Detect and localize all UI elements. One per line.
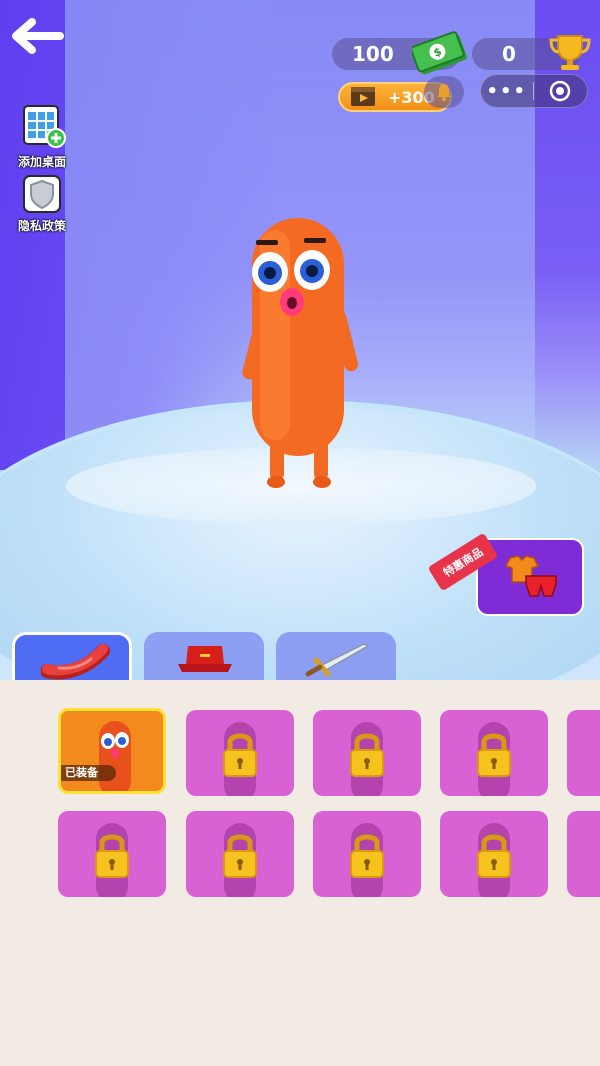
skin-tile-locked[interactable] [440,710,548,796]
skin-panel: 已装备 [0,680,600,1066]
notification-button[interactable] [424,76,464,108]
skin-tile-locked[interactable] [313,710,421,796]
sausage-character [242,218,359,488]
bell-icon [437,84,451,101]
trophy-icon [549,35,591,70]
menu-capsule: ••• [480,74,588,108]
sausage-icon [41,644,110,680]
tab-character[interactable] [12,632,132,680]
lock-icon [223,823,257,897]
skin-tile-equipped[interactable]: 已装备 [58,708,166,794]
skin-tile-locked[interactable] [186,811,294,897]
lock-icon [477,722,511,796]
privacy-policy-button[interactable]: 隐私政策 [12,174,72,234]
privacy-policy-label: 隐私政策 [17,219,66,233]
trophy-value: 0 [502,42,516,66]
sword-icon [305,643,370,677]
lock-icon [350,722,384,796]
cash-icon: $ [412,31,467,75]
video-icon [351,87,375,106]
outfit-icon [504,555,557,597]
skin-tile-locked[interactable] [313,811,421,897]
lock-icon [223,722,257,796]
add-desktop-icon [23,105,66,148]
sausage-skin-icon [99,721,131,791]
shield-icon [23,175,61,213]
lock-icon [350,823,384,897]
game-stage: 100 $ 0 +300 ••• 添加桌面 隐私政策 特惠商品 [0,0,600,680]
add-desktop-label: 添加桌面 [17,155,66,169]
skin-tile-locked[interactable] [186,710,294,796]
add-desktop-button[interactable]: 添加桌面 [12,104,72,170]
skin-tile-locked[interactable] [567,710,600,796]
tab-weapon[interactable] [276,632,396,680]
cash-value: 100 [352,42,394,66]
more-icon[interactable]: ••• [481,81,533,102]
skin-tile-locked[interactable] [440,811,548,897]
hat-icon [178,646,232,672]
lock-icon [477,823,511,897]
lock-icon [95,823,129,897]
equipped-badge: 已装备 [61,765,116,781]
arrow-left-icon [12,18,64,54]
skin-tile-locked[interactable] [567,811,600,897]
back-button[interactable] [12,18,64,54]
skin-tile-locked[interactable] [58,811,166,897]
close-target-icon[interactable] [534,79,588,103]
tab-hat[interactable] [144,632,264,680]
